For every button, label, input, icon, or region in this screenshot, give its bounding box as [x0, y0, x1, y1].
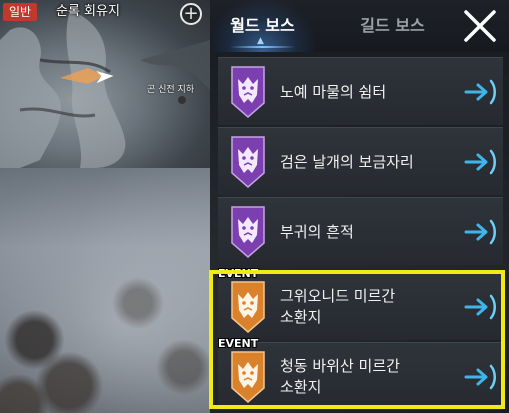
- map-place-label: 곤 신전 지하: [147, 85, 195, 95]
- boss-panel: 월드 보스 ▲ 길드 보스 노예 마물의 쉼터 검은 날개의 보금자리 부귀의 …: [210, 0, 509, 413]
- orange-demon-emblem-icon: [231, 281, 265, 333]
- boss-tabs: 월드 보스 ▲ 길드 보스: [210, 0, 509, 52]
- plus-circle-icon[interactable]: +: [180, 3, 202, 25]
- minimap[interactable]: 일반 순록 회유지 + 곤 신전 지하: [0, 0, 210, 168]
- close-x-icon[interactable]: [462, 8, 498, 44]
- boss-name: 부귀의 흔적: [280, 222, 354, 241]
- event-tag: EVENT: [218, 337, 259, 350]
- boss-name: 노예 마물의 쉼터: [280, 82, 387, 101]
- purple-demon-emblem-icon: [231, 66, 265, 118]
- orange-demon-emblem-icon: [231, 351, 265, 403]
- teleport-arrow-icon[interactable]: [464, 219, 498, 245]
- tab-label: 길드 보스: [360, 16, 425, 35]
- boss-name: 검은 날개의 보금자리: [280, 152, 414, 171]
- boss-row[interactable]: 검은 날개의 보금자리: [218, 127, 503, 195]
- purple-demon-emblem-icon: [231, 136, 265, 188]
- snowy-trees: [0, 230, 230, 413]
- map-channel-badge: 일반: [3, 3, 38, 21]
- purple-demon-emblem-icon: [231, 206, 265, 258]
- boss-row[interactable]: EVENT 그위오니드 미르간 소환지: [218, 267, 503, 340]
- teleport-arrow-icon[interactable]: [464, 364, 498, 390]
- event-tag: EVENT: [218, 267, 259, 280]
- map-zone-name: 순록 회유지: [56, 4, 120, 19]
- boss-name: 그위오니드 미르간 소환지: [280, 287, 396, 326]
- caret-up-icon: ▲: [257, 36, 264, 46]
- boss-name: 청동 바위산 미르간 소환지: [280, 357, 400, 396]
- tab-label: 월드 보스: [230, 16, 295, 35]
- teleport-arrow-icon[interactable]: [464, 149, 498, 175]
- boss-row[interactable]: EVENT 청동 바위산 미르간 소환지: [218, 337, 503, 410]
- tab-world-boss[interactable]: 월드 보스 ▲: [210, 0, 315, 52]
- teleport-arrow-icon[interactable]: [464, 79, 498, 105]
- teleport-arrow-icon[interactable]: [464, 294, 498, 320]
- boss-row[interactable]: 부귀의 흔적: [218, 197, 503, 265]
- boss-row[interactable]: 노예 마물의 쉼터: [218, 57, 503, 125]
- tab-guild-boss[interactable]: 길드 보스: [340, 0, 445, 52]
